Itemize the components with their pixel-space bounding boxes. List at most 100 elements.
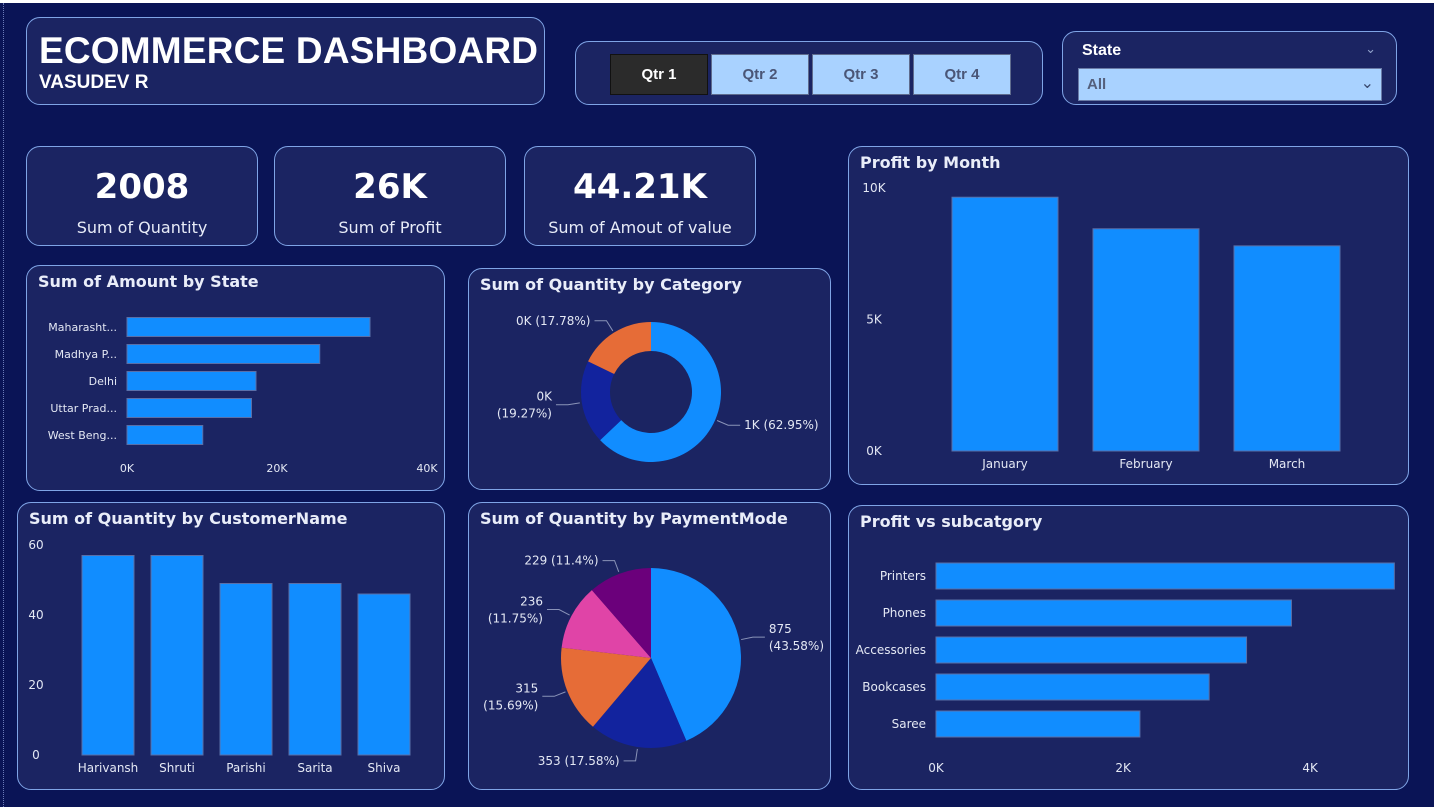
x-tick-label: 40K xyxy=(416,462,438,475)
bar xyxy=(357,593,411,756)
chevron-down-icon: ⌄ xyxy=(1360,73,1374,92)
quarter-button-qtr3[interactable]: Qtr 3 xyxy=(812,54,910,95)
bar xyxy=(81,555,135,756)
leader-line xyxy=(546,609,570,616)
kpi-value: 26K xyxy=(353,167,427,207)
leader-line xyxy=(555,402,580,406)
state-slicer: State ⌄ All ⌄ xyxy=(1062,31,1397,105)
category-label: February xyxy=(1119,457,1172,471)
x-tick-label: 0K xyxy=(928,761,945,775)
bar xyxy=(1092,228,1200,452)
dashboard-author: VASUDEV R xyxy=(39,72,149,93)
y-tick-label: 0 xyxy=(32,748,40,762)
quantity-by-category-plot: 1K (62.95%) 0K (19.27%) 0K (17.78%) xyxy=(497,314,819,462)
amount-by-state-plot: Maharasht... Madhya P... Delhi Uttar Prad..… xyxy=(48,317,438,475)
kpi-card-amount: 44.21K Sum of Amout of value xyxy=(524,146,756,246)
dashboard-title: ECOMMERCE DASHBOARD xyxy=(39,30,539,71)
bar xyxy=(935,673,1210,701)
kpi-card-profit: 26K Sum of Profit xyxy=(274,146,506,246)
quarter-slicer: Qtr 1 Qtr 2 Qtr 3 Qtr 4 xyxy=(575,41,1043,105)
window-top-border xyxy=(0,0,1434,3)
chart-quantity-by-customer: Sum of Quantity by CustomerName Harivans… xyxy=(17,502,445,790)
quarter-button-qtr1[interactable]: Qtr 1 xyxy=(610,54,708,95)
quarter-button-qtr4[interactable]: Qtr 4 xyxy=(913,54,1011,95)
profit-by-month-plot: January February March 0K 5K 10K xyxy=(862,181,1341,471)
x-tick-label: 2K xyxy=(1115,761,1132,775)
state-dropdown-value: All xyxy=(1087,76,1107,93)
title-card: ECOMMERCE DASHBOARD VASUDEV R xyxy=(26,17,545,105)
category-label: Bookcases xyxy=(862,680,926,694)
bar xyxy=(219,583,273,756)
chart-profit-vs-subcategory: Profit vs subcatgory Printers Phones Acces… xyxy=(848,505,1409,790)
bar xyxy=(288,583,342,756)
slice-label: 229 (11.4%) xyxy=(524,554,598,568)
slice-label: 315 (15.69%) xyxy=(483,681,538,712)
bar xyxy=(126,398,252,418)
leader-line xyxy=(602,560,620,573)
slice-label: 236 (11.75%) xyxy=(488,595,543,626)
kpi-label: Sum of Quantity xyxy=(76,218,208,237)
category-label: Printers xyxy=(880,569,926,583)
chart-quantity-by-paymentmode: Sum of Quantity by PaymentMode 875 (43.58… xyxy=(468,502,831,790)
category-label: January xyxy=(981,457,1028,471)
canvas-left-edge xyxy=(3,3,4,807)
y-tick-label: 20 xyxy=(28,678,43,692)
category-label: Accessories xyxy=(856,643,926,657)
state-slicer-label: State xyxy=(1082,42,1122,59)
category-label: Delhi xyxy=(89,375,117,388)
chart-amount-by-state: Sum of Amount by State Maharasht... Madhy… xyxy=(26,265,445,491)
bar xyxy=(126,371,257,391)
y-tick-label: 40 xyxy=(28,608,43,622)
bar xyxy=(935,710,1141,738)
slice-label: 875 (43.58%) xyxy=(769,622,824,653)
leader-line xyxy=(623,748,638,762)
quantity-by-customer-plot: Harivansh Shruti Parishi Sarita Shiva 0 20 40 60 xyxy=(28,538,411,775)
leader-line xyxy=(594,320,614,332)
category-label: March xyxy=(1269,457,1306,471)
bar xyxy=(126,344,321,364)
category-label: Parishi xyxy=(226,761,266,775)
x-tick-label: 20K xyxy=(266,462,288,475)
slice-label: 353 (17.58%) xyxy=(538,754,620,768)
category-label: Shiva xyxy=(367,761,400,775)
slice-label: 0K (17.78%) xyxy=(516,314,590,328)
profit-vs-subcategory-plot: Printers Phones Accessories Bookcases Saree 0… xyxy=(856,562,1395,775)
kpi-card-quantity: 2008 Sum of Quantity xyxy=(26,146,258,246)
bar xyxy=(126,425,204,445)
bar xyxy=(935,562,1395,590)
kpi-label: Sum of Amout of value xyxy=(548,218,732,237)
kpi-value: 44.21K xyxy=(573,167,707,207)
category-label: Harivansh xyxy=(78,761,139,775)
bar xyxy=(150,555,204,756)
chart-profit-by-month: Profit by Month January February March 0K 5K… xyxy=(848,146,1409,485)
leader-line xyxy=(741,636,765,641)
x-tick-label: 4K xyxy=(1302,761,1319,775)
y-tick-label: 0K xyxy=(866,444,883,458)
leader-line xyxy=(716,420,741,426)
state-dropdown[interactable]: All ⌄ xyxy=(1078,68,1382,101)
y-tick-label: 10K xyxy=(862,181,886,195)
chart-quantity-by-category: Sum of Quantity by Category 1K (62.95%) 0… xyxy=(468,268,831,490)
leader-line xyxy=(542,691,566,697)
category-label: Uttar Prad... xyxy=(50,402,117,415)
slice-label: 0K (19.27%) xyxy=(497,390,553,421)
y-tick-label: 60 xyxy=(28,538,43,552)
category-label: West Beng... xyxy=(48,429,117,442)
kpi-value: 2008 xyxy=(94,167,190,207)
bar xyxy=(951,196,1059,452)
y-tick-label: 5K xyxy=(866,313,883,327)
bar xyxy=(935,599,1292,627)
slice-label: 1K (62.95%) xyxy=(744,418,818,432)
category-label: Madhya P... xyxy=(55,348,117,361)
x-tick-label: 0K xyxy=(120,462,135,475)
category-label: Maharasht... xyxy=(48,321,117,334)
kpi-label: Sum of Profit xyxy=(338,218,442,237)
bar xyxy=(935,636,1248,664)
bar xyxy=(1233,245,1341,452)
category-label: Saree xyxy=(892,717,926,731)
category-label: Phones xyxy=(883,606,926,620)
category-label: Shruti xyxy=(159,761,195,775)
category-label: Sarita xyxy=(297,761,332,775)
quarter-button-qtr2[interactable]: Qtr 2 xyxy=(711,54,809,95)
chevron-down-icon[interactable]: ⌄ xyxy=(1365,42,1376,57)
